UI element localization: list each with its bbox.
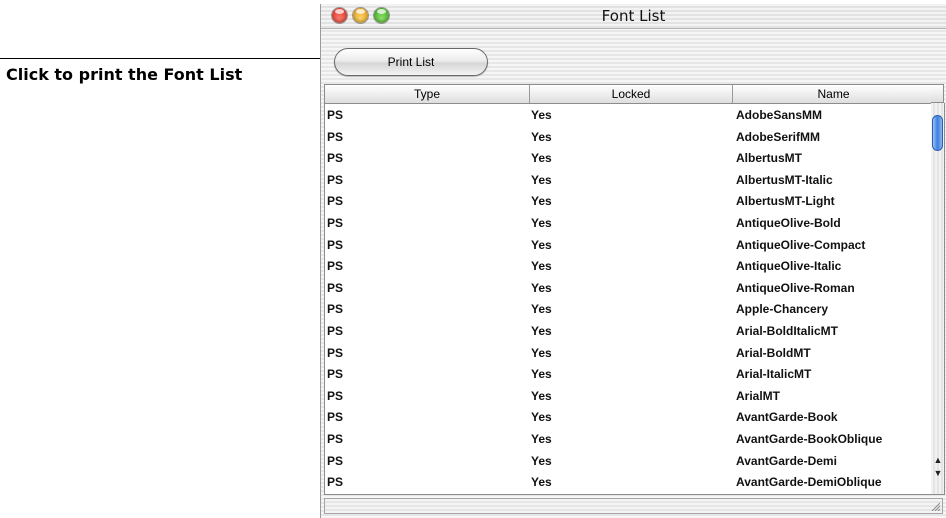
cell-name: Arial-BoldMT: [736, 345, 811, 360]
cell-type: PS: [327, 367, 344, 382]
table-row[interactable]: PS Yes Arial-BoldItalicMT: [325, 320, 932, 342]
header-corner: [931, 84, 944, 103]
cell-name: AvantGarde-BookOblique: [736, 431, 883, 446]
cell-type: PS: [327, 280, 344, 295]
table-row[interactable]: PS Yes AlbertusMT-Light: [325, 190, 932, 212]
cell-locked: Yes: [531, 345, 552, 360]
cell-name: AvantGarde-Demi: [736, 453, 837, 468]
table-row[interactable]: PS Yes Apple-Chancery: [325, 298, 932, 320]
table-row[interactable]: PS Yes AntiqueOlive-Bold: [325, 212, 932, 234]
vertical-scrollbar[interactable]: ▲ ▼: [931, 103, 945, 495]
table-row[interactable]: PS Yes ArialMT: [325, 385, 932, 407]
scroll-thumb[interactable]: [932, 115, 943, 151]
table-row[interactable]: PS Yes AvantGarde-Demi: [325, 450, 932, 472]
cell-name: AntiqueOlive-Italic: [736, 259, 842, 274]
cell-type: PS: [327, 475, 344, 490]
cell-type: PS: [327, 259, 344, 274]
cell-name: AntiqueOlive-Bold: [736, 215, 841, 230]
cell-name: AntiqueOlive-Compact: [736, 237, 866, 252]
cell-name: AlbertusMT: [736, 151, 802, 166]
cell-locked: Yes: [531, 237, 552, 252]
cell-name: AdobeSansMM: [736, 108, 823, 122]
table-body: PS Yes AdobeSansMM PS Yes AdobeSerifMM PS Yes Al…: [325, 104, 932, 493]
cell-type: PS: [327, 453, 344, 468]
table-row[interactable]: PS Yes AvantGarde-BookOblique: [325, 428, 932, 450]
cell-name: AlbertusMT-Italic: [736, 172, 833, 187]
cell-name: AlbertusMT-Light: [736, 194, 835, 209]
cell-name: ArialMT: [736, 388, 781, 403]
cell-type: PS: [327, 151, 344, 166]
cell-locked: Yes: [531, 215, 552, 230]
cell-locked: Yes: [531, 453, 552, 468]
cell-type: PS: [327, 108, 344, 122]
font-table: Type Locked Name PS Yes AdobeSansMM PS Yes Ad…: [324, 84, 933, 495]
cell-locked: Yes: [531, 388, 552, 403]
font-list-window: Font List Print List Type Locked Name PS…: [320, 4, 946, 518]
cell-name: Arial-ItalicMT: [736, 367, 812, 382]
cell-type: PS: [327, 215, 344, 230]
table-row[interactable]: PS Yes AvantGarde-Book: [325, 406, 932, 428]
cell-locked: Yes: [531, 431, 552, 446]
cell-locked: Yes: [531, 172, 552, 187]
down-arrow-icon[interactable]: ▼: [933, 467, 943, 479]
table-row[interactable]: PS Yes AntiqueOlive-Compact: [325, 234, 932, 256]
cell-type: PS: [327, 431, 344, 446]
table-row[interactable]: PS Yes AlbertusMT: [325, 147, 932, 169]
cell-type: PS: [327, 302, 344, 317]
table-row[interactable]: PS Yes AdobeSerifMM: [325, 126, 932, 148]
resize-grip-icon[interactable]: [930, 501, 940, 511]
column-header-name[interactable]: Name: [733, 85, 932, 103]
cell-locked: Yes: [531, 280, 552, 295]
table-header: Type Locked Name: [325, 85, 932, 104]
cell-name: AvantGarde-DemiOblique: [736, 475, 882, 490]
table-row[interactable]: PS Yes AlbertusMT-Italic: [325, 169, 932, 191]
cell-locked: Yes: [531, 323, 552, 338]
table-row[interactable]: PS Yes AntiqueOlive-Roman: [325, 277, 932, 299]
cell-locked: Yes: [531, 108, 552, 122]
cell-type: PS: [327, 194, 344, 209]
up-arrow-icon[interactable]: ▲: [933, 454, 943, 466]
cell-name: AntiqueOlive-Roman: [736, 280, 855, 295]
cell-name: Arial-BoldItalicMT: [736, 323, 839, 338]
cell-locked: Yes: [531, 475, 552, 490]
column-header-type[interactable]: Type: [325, 85, 530, 103]
cell-locked: Yes: [531, 302, 552, 317]
table-row[interactable]: PS Yes AdobeSansMM: [325, 104, 932, 126]
title-bar[interactable]: Font List: [321, 4, 946, 29]
cell-locked: Yes: [531, 367, 552, 382]
cell-locked: Yes: [531, 151, 552, 166]
cell-type: PS: [327, 172, 344, 187]
cell-locked: Yes: [531, 194, 552, 209]
cell-type: PS: [327, 237, 344, 252]
cell-type: PS: [327, 345, 344, 360]
table-row[interactable]: PS Yes AntiqueOlive-Italic: [325, 255, 932, 277]
window-bottom-bar: [324, 498, 943, 514]
table-row[interactable]: PS Yes Arial-BoldMT: [325, 342, 932, 364]
callout-pointer-line: [0, 58, 334, 59]
cell-name: AdobeSerifMM: [736, 129, 820, 144]
cell-type: PS: [327, 323, 344, 338]
cell-locked: Yes: [531, 410, 552, 425]
cell-type: PS: [327, 129, 344, 144]
callout-label: Click to print the Font List: [6, 65, 243, 84]
cell-name: AvantGarde-Book: [736, 410, 838, 425]
column-header-locked[interactable]: Locked: [530, 85, 733, 103]
cell-locked: Yes: [531, 259, 552, 274]
cell-name: Apple-Chancery: [736, 302, 829, 317]
table-row[interactable]: PS Yes Arial-ItalicMT: [325, 363, 932, 385]
cell-type: PS: [327, 410, 344, 425]
cell-type: PS: [327, 388, 344, 403]
print-list-button[interactable]: Print List: [334, 48, 488, 76]
table-row[interactable]: PS Yes AvantGarde-DemiOblique: [325, 471, 932, 493]
cell-locked: Yes: [531, 129, 552, 144]
window-title: Font List: [601, 7, 666, 25]
